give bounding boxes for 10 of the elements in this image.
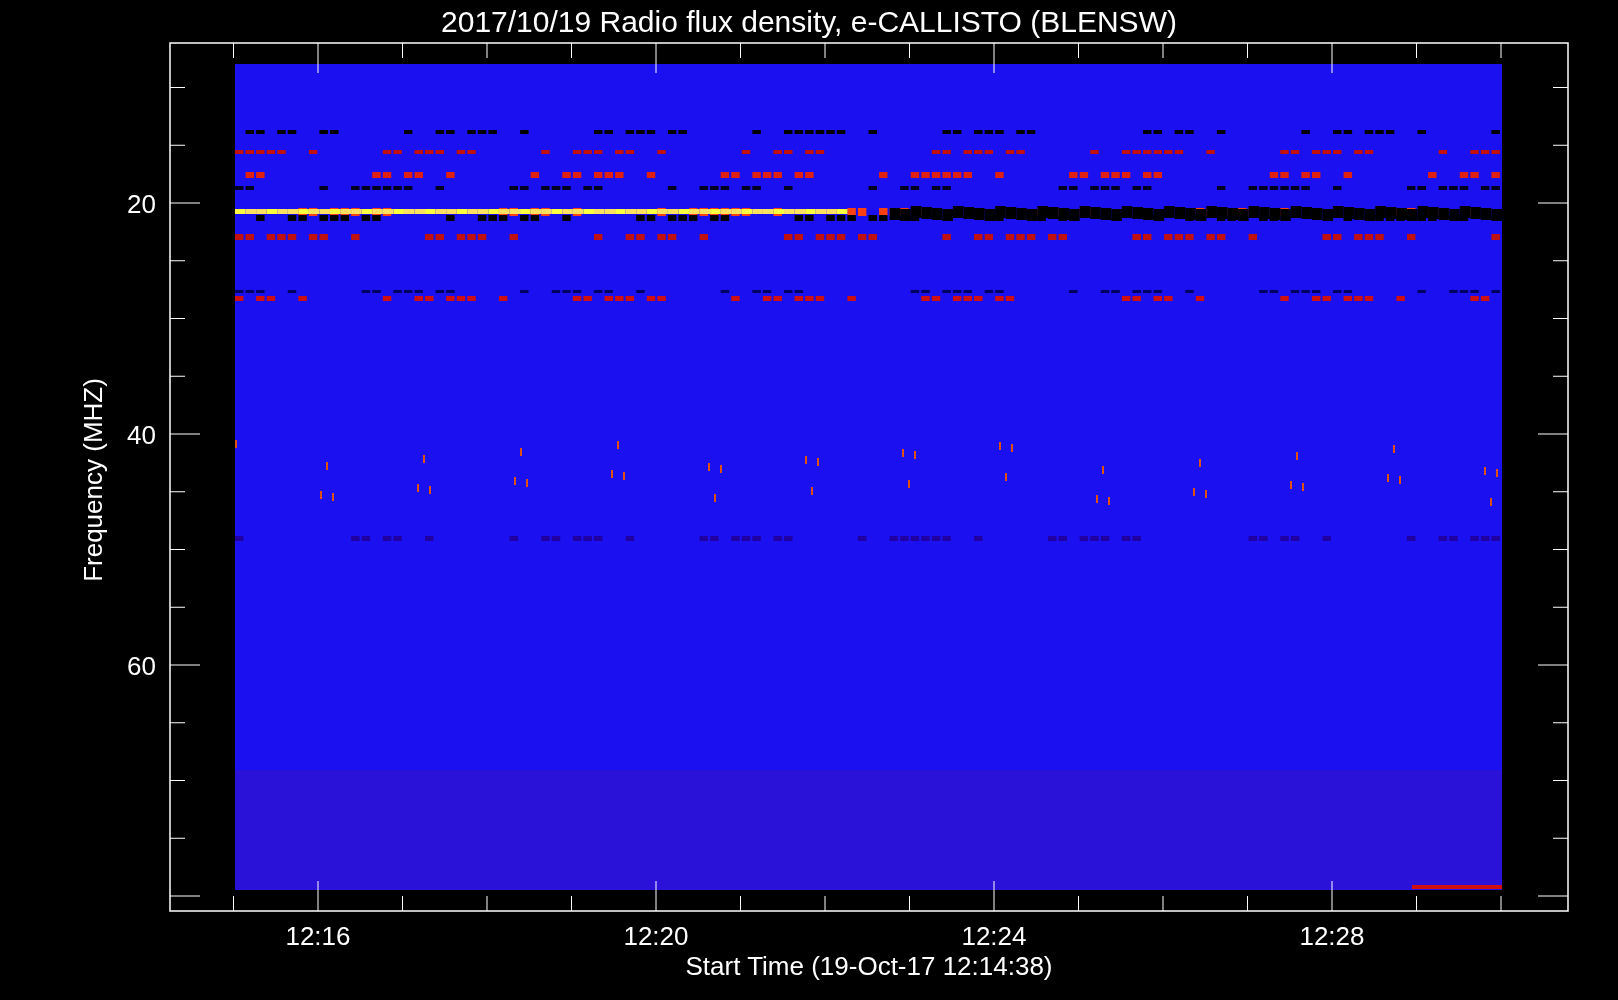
chart-title: 2017/10/19 Radio flux density, e-CALLISTO (BLENSW): [441, 5, 1177, 38]
x-tick-label: 12:28: [1299, 921, 1365, 951]
y-tick-label: 60: [127, 651, 156, 681]
y-axis-label: Frequency (MHZ): [78, 378, 108, 582]
x-tick-label: 12:20: [623, 921, 689, 951]
x-tick-label: 12:16: [285, 921, 351, 951]
x-tick-label: 12:24: [961, 921, 1027, 951]
y-tick-label: 40: [127, 420, 156, 450]
y-tick-label: 20: [127, 189, 156, 219]
x-axis-label: Start Time (19-Oct-17 12:14:38): [685, 951, 1053, 981]
